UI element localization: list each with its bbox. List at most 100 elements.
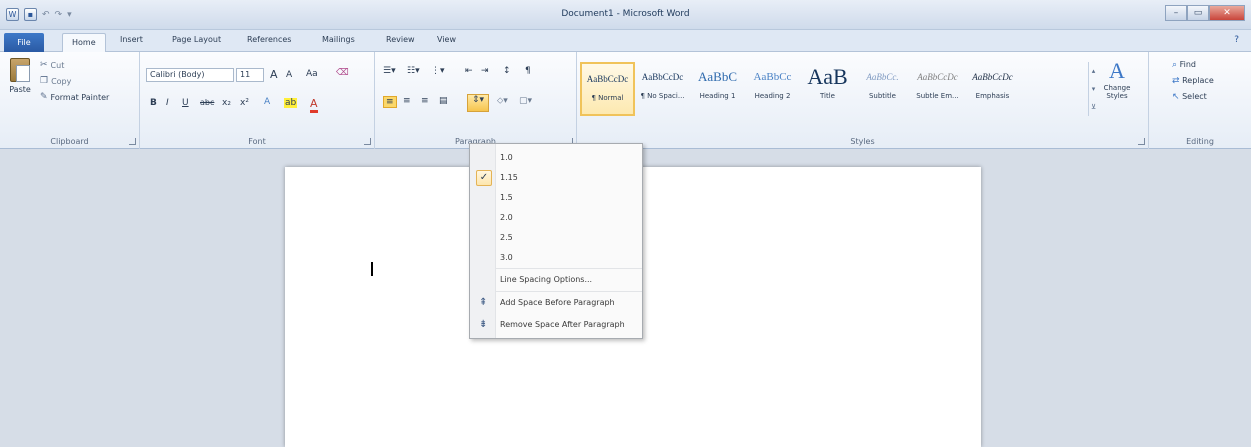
- help-icon[interactable]: ?: [1234, 35, 1239, 45]
- format-painter-button[interactable]: ✎ Format Painter: [40, 92, 109, 102]
- strikethrough-button[interactable]: abc: [200, 98, 214, 107]
- align-right-icon[interactable]: ≡: [421, 96, 429, 106]
- style-sample: AaB: [807, 64, 848, 89]
- minimize-button[interactable]: –: [1165, 5, 1187, 21]
- line-spacing-option-label: 2.0: [500, 213, 513, 222]
- style-name: Emphasis: [975, 92, 1010, 100]
- ribbon-tabs: File Home Insert Page Layout References …: [0, 30, 1251, 52]
- align-center-icon[interactable]: ≡: [403, 96, 411, 106]
- tab-page-layout[interactable]: Page Layout: [172, 35, 221, 44]
- show-formatting-icon[interactable]: ¶: [525, 66, 531, 76]
- line-spacing-option-label: 2.5: [500, 233, 513, 242]
- font-size-select[interactable]: 11: [236, 68, 264, 82]
- style-name: ¶ No Spaci...: [640, 92, 685, 100]
- find-button[interactable]: ⌕ Find: [1172, 60, 1196, 70]
- add-space-before-label: Add Space Before Paragraph: [500, 298, 615, 307]
- multilevel-list-icon[interactable]: ⋮▾: [431, 66, 445, 76]
- justify-icon[interactable]: ▤: [439, 96, 448, 106]
- line-spacing-option[interactable]: 2.0: [470, 208, 642, 228]
- select-button[interactable]: ↖ Select: [1172, 92, 1207, 102]
- replace-label: Replace: [1182, 76, 1214, 85]
- style-item[interactable]: AaBbCc Heading 2: [745, 62, 800, 116]
- replace-button[interactable]: ⇄ Replace: [1172, 76, 1214, 86]
- change-styles-button[interactable]: A Change Styles: [1100, 58, 1134, 100]
- styles-gallery: AaBbCcDc ¶ Normal AaBbCcDc ¶ No Spaci... AaB…: [580, 62, 1098, 116]
- font-color-button[interactable]: A: [310, 97, 318, 113]
- style-item[interactable]: AaBbCcDc Subtle Em...: [910, 62, 965, 116]
- editing-group-label: Editing: [1186, 137, 1214, 146]
- paste-icon: [10, 58, 30, 82]
- numbering-icon[interactable]: ☷▾: [407, 66, 420, 76]
- select-label: Select: [1182, 92, 1207, 101]
- styles-launcher-icon[interactable]: [1138, 138, 1145, 145]
- style-sample: AaBbCcDc: [917, 72, 958, 82]
- sort-icon[interactable]: ↕: [503, 66, 511, 76]
- clear-formatting-icon[interactable]: ⌫: [336, 68, 349, 78]
- style-item[interactable]: AaBbCcDc Emphasis: [965, 62, 1020, 116]
- style-item[interactable]: AaBbC Heading 1: [690, 62, 745, 116]
- tab-file[interactable]: File: [4, 33, 44, 52]
- text-cursor: [371, 262, 373, 276]
- tab-references[interactable]: References: [247, 35, 291, 44]
- line-spacing-option[interactable]: 2.5: [470, 228, 642, 248]
- cut-button[interactable]: ✂ Cut: [40, 60, 64, 70]
- underline-button[interactable]: U: [182, 98, 189, 108]
- styles-gallery-scroll[interactable]: ▴ ▾ ⊻: [1088, 62, 1098, 116]
- line-spacing-option[interactable]: 3.0: [470, 248, 642, 268]
- find-label: Find: [1179, 60, 1196, 69]
- highlight-button[interactable]: ab: [284, 98, 298, 108]
- title-bar: W ▪ ↶ ↷ ▾ Document1 - Microsoft Word – ▭…: [0, 0, 1251, 30]
- shrink-font-button[interactable]: A: [286, 70, 292, 80]
- tab-mailings[interactable]: Mailings: [322, 35, 355, 44]
- shading-icon[interactable]: ⬦▾: [497, 96, 508, 106]
- replace-icon: ⇄: [1172, 76, 1180, 86]
- remove-space-after-label: Remove Space After Paragraph: [500, 320, 625, 329]
- line-spacing-option[interactable]: 1.0: [470, 148, 642, 168]
- increase-indent-icon[interactable]: ⇥: [481, 66, 489, 76]
- bold-button[interactable]: B: [150, 98, 157, 108]
- close-button[interactable]: ✕: [1209, 5, 1245, 21]
- styles-group-label: Styles: [850, 137, 875, 146]
- paste-button[interactable]: Paste: [6, 58, 34, 108]
- line-spacing-option[interactable]: 1.5: [470, 188, 642, 208]
- style-item[interactable]: AaBbCcDc ¶ No Spaci...: [635, 62, 690, 116]
- add-space-before-icon: ⇞: [479, 297, 488, 308]
- align-left-icon[interactable]: ≡: [383, 96, 397, 108]
- style-sample: AaBbCcDc: [586, 74, 629, 84]
- bullets-icon[interactable]: ☰▾: [383, 66, 396, 76]
- line-spacing-option-label: 1.15: [500, 173, 518, 182]
- select-icon: ↖: [1172, 92, 1180, 102]
- font-name-select[interactable]: Calibri (Body): [146, 68, 234, 82]
- line-spacing-options-item[interactable]: Line Spacing Options...: [470, 270, 642, 290]
- style-sample: AaBbCc.: [866, 72, 899, 82]
- decrease-indent-icon[interactable]: ⇤: [465, 66, 473, 76]
- tab-insert[interactable]: Insert: [120, 35, 143, 44]
- style-item[interactable]: AaBbCc. Subtitle: [855, 62, 910, 116]
- style-item[interactable]: AaB Title: [800, 62, 855, 116]
- remove-space-after-item[interactable]: ⇟ Remove Space After Paragraph: [470, 315, 642, 335]
- text-effects-button[interactable]: A: [264, 97, 270, 107]
- line-spacing-button[interactable]: ⇕▾: [467, 94, 489, 112]
- italic-button[interactable]: I: [166, 98, 169, 108]
- maximize-button[interactable]: ▭: [1187, 5, 1209, 21]
- window-title: Document1 - Microsoft Word: [561, 9, 690, 19]
- copy-button[interactable]: ❐ Copy: [40, 76, 71, 86]
- tab-review[interactable]: Review: [386, 35, 415, 44]
- line-spacing-option[interactable]: ✓ 1.15: [470, 168, 642, 188]
- style-item[interactable]: AaBbCcDc ¶ Normal: [580, 62, 635, 116]
- tab-view[interactable]: View: [437, 35, 456, 44]
- ribbon: Paste ✂ Cut ❐ Copy ✎ Format Painter Clip…: [0, 52, 1251, 149]
- change-case-button[interactable]: Aa: [306, 69, 318, 79]
- style-sample: AaBbC: [698, 69, 737, 84]
- clipboard-launcher-icon[interactable]: [129, 138, 136, 145]
- remove-space-after-icon: ⇟: [479, 319, 488, 330]
- grow-font-button[interactable]: A: [270, 68, 278, 81]
- add-space-before-item[interactable]: ⇞ Add Space Before Paragraph: [470, 293, 642, 313]
- subscript-button[interactable]: x₂: [222, 98, 231, 108]
- superscript-button[interactable]: x²: [240, 98, 249, 108]
- borders-icon[interactable]: ▢▾: [519, 96, 532, 106]
- change-styles-icon: A: [1109, 58, 1125, 83]
- tab-home[interactable]: Home: [62, 33, 106, 52]
- font-launcher-icon[interactable]: [364, 138, 371, 145]
- style-name: ¶ Normal: [591, 94, 624, 102]
